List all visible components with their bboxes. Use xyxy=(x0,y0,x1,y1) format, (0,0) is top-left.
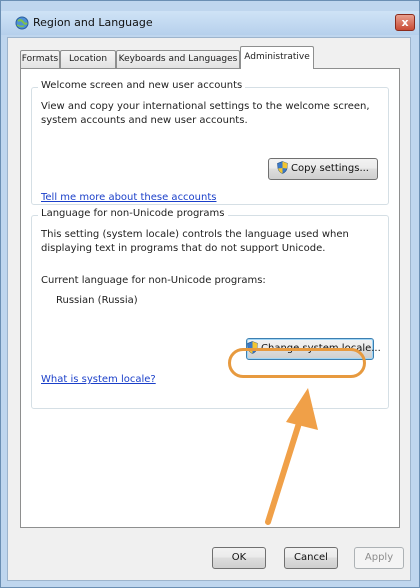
uac-shield-icon xyxy=(277,161,288,174)
globe-icon xyxy=(15,16,29,30)
apply-button[interactable]: Apply xyxy=(354,547,404,569)
copy-settings-button[interactable]: Copy settings... xyxy=(268,158,378,180)
copy-settings-label: Copy settings... xyxy=(291,163,369,174)
what-is-system-locale-link[interactable]: What is system locale? xyxy=(41,374,156,385)
highlight-callout xyxy=(228,348,366,378)
welcome-description: View and copy your international setting… xyxy=(41,101,370,126)
region-and-language-window: Region and Language x Formats Location K… xyxy=(0,0,420,588)
dialog-client-area: Formats Location Keyboards and Languages… xyxy=(7,37,411,581)
administrative-panel: Welcome screen and new user accounts Vie… xyxy=(20,68,400,528)
tab-formats[interactable]: Formats xyxy=(20,50,60,68)
non-unicode-group: Language for non-Unicode programs This s… xyxy=(31,208,389,409)
tab-location[interactable]: Location xyxy=(60,50,116,68)
window-title: Region and Language xyxy=(33,16,153,29)
cancel-button[interactable]: Cancel xyxy=(284,547,338,569)
title-bar: Region and Language x xyxy=(1,11,419,35)
current-language-label: Current language for non-Unicode program… xyxy=(41,275,266,286)
tab-administrative[interactable]: Administrative xyxy=(240,46,314,69)
tell-me-more-link[interactable]: Tell me more about these accounts xyxy=(41,192,216,203)
non-unicode-group-title: Language for non-Unicode programs xyxy=(38,208,228,219)
close-button[interactable]: x xyxy=(395,14,415,31)
welcome-group-title: Welcome screen and new user accounts xyxy=(38,80,246,91)
ok-button[interactable]: OK xyxy=(212,547,266,569)
welcome-group: Welcome screen and new user accounts Vie… xyxy=(31,80,389,205)
current-language-value: Russian (Russia) xyxy=(56,295,138,306)
non-unicode-description: This setting (system locale) controls th… xyxy=(41,229,349,254)
tab-keyboards-and-languages[interactable]: Keyboards and Languages xyxy=(116,50,240,68)
